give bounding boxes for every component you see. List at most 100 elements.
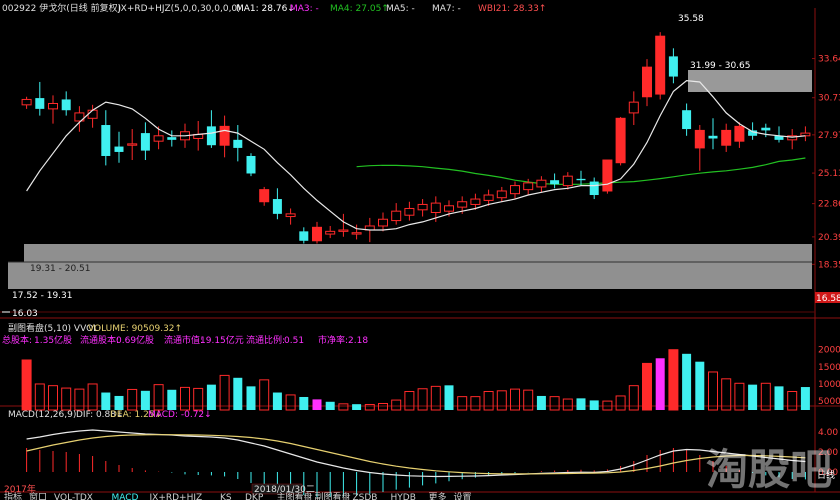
- ma7-value: MA7: -: [432, 4, 461, 14]
- candle-body: [87, 109, 98, 119]
- volume-bar: [233, 377, 243, 410]
- volume-bar: [325, 401, 335, 410]
- candle-body: [589, 181, 599, 196]
- volume-tick-label: 15000: [818, 363, 840, 373]
- price-tick-label: 18.35: [818, 260, 840, 270]
- candle-body: [272, 199, 282, 214]
- volume-bar: [668, 349, 679, 411]
- float-shares-value: 0.69亿股: [116, 334, 154, 346]
- candle-body: [246, 155, 256, 174]
- candle-body: [21, 98, 32, 106]
- candle-body: [470, 198, 481, 205]
- volume-bar: [800, 387, 810, 410]
- ma4-value: MA4: 27.05↑: [330, 4, 389, 14]
- macd-hist-value: MACD: -0.72↓: [148, 410, 212, 420]
- zone-box-upper: [688, 70, 812, 92]
- stock-chart[interactable]: 31.99 - 30.65 19.31 - 20.51 17.52 - 19.3…: [0, 0, 840, 500]
- candle-body: [628, 101, 639, 114]
- candle-body: [694, 129, 705, 149]
- pb-ratio-label: 市净率:: [318, 334, 348, 346]
- tab-item[interactable]: VOL-TDX: [54, 493, 93, 500]
- candle-body: [642, 66, 652, 98]
- candle: [246, 153, 256, 177]
- tab-item[interactable]: MACD: [112, 493, 139, 500]
- tab-item[interactable]: 指标: [4, 491, 22, 500]
- tab-item[interactable]: 副图看盘: [315, 491, 351, 500]
- stock-title: 002922 伊戈尔(日线 前复权): [2, 2, 121, 14]
- volume-tick-label: 5000: [818, 397, 840, 407]
- price-tick-label: 30.73: [818, 94, 840, 104]
- zone-box-lower: [8, 262, 812, 289]
- candle-body: [523, 182, 534, 191]
- candle-body: [312, 226, 322, 242]
- tab-item[interactable]: 设置: [454, 492, 472, 500]
- macd-title: MACD(12,26,9): [8, 410, 76, 420]
- candle-body: [417, 203, 428, 211]
- volume-bar: [299, 396, 309, 410]
- volume-bar: [101, 392, 111, 410]
- ma5-value: MA5: -: [386, 4, 415, 14]
- tab-item[interactable]: 更多: [429, 491, 447, 500]
- volume-bar: [21, 359, 32, 411]
- candle-body: [219, 125, 230, 146]
- volume-tick-label: 20000: [818, 346, 840, 356]
- low-price-label: 16.03: [12, 309, 38, 319]
- volume-bar: [682, 353, 692, 410]
- tab-item[interactable]: ZSDB: [353, 493, 378, 500]
- wbi-value: WBI21: 28.33↑: [478, 4, 546, 14]
- volume-bar: [312, 399, 322, 410]
- candle-body: [404, 207, 415, 216]
- volume-bar: [642, 362, 652, 411]
- candle-body: [114, 146, 124, 152]
- tab-item[interactable]: DKP: [245, 493, 264, 500]
- tab-item[interactable]: 窗口: [29, 491, 47, 500]
- pb-ratio-value: 2.18: [348, 336, 368, 346]
- indicator-name: JX+RD+HJZ(5,0,0,30,0,0,0): [117, 4, 241, 14]
- float-ratio-value: 0.51: [284, 336, 304, 346]
- float-mcap-label: 流通市值:: [164, 334, 203, 346]
- tab-item[interactable]: 主图看盘: [277, 491, 313, 500]
- ma3-value: MA3: -: [290, 4, 319, 14]
- volume-bar: [352, 404, 362, 410]
- candle-body: [61, 99, 71, 111]
- tab-item[interactable]: KS: [220, 493, 232, 500]
- candle-body: [48, 102, 58, 110]
- candle-body: [285, 213, 296, 218]
- price-tick-label: 22.86: [818, 200, 840, 210]
- candle-body: [562, 175, 573, 187]
- ma1-value: MA1: 28.76↓: [236, 4, 295, 14]
- zone-label-lower: 17.52 - 19.31: [12, 291, 73, 301]
- candle-body: [338, 229, 349, 232]
- candle-body: [734, 125, 745, 142]
- candle: [655, 32, 666, 100]
- candle-body: [430, 202, 441, 214]
- candle-body: [259, 189, 270, 203]
- tab-item[interactable]: JX+RD+HJZ: [149, 493, 203, 500]
- price-tick-label: 33.64: [818, 55, 840, 65]
- float-ratio-label: 流通比例:: [246, 334, 285, 346]
- volume-bar: [140, 390, 150, 410]
- macd-tick-label: 4.00: [818, 428, 838, 438]
- volume-bar: [246, 386, 256, 410]
- candle-body: [536, 179, 547, 188]
- volume-bar: [576, 398, 586, 410]
- candle-body: [602, 159, 613, 192]
- candle-body: [708, 135, 718, 139]
- candle-body: [444, 205, 454, 212]
- candle-body: [299, 231, 309, 241]
- candle-body: [101, 125, 111, 156]
- candle-body: [668, 56, 678, 77]
- candle-body: [483, 194, 494, 201]
- candle-body: [206, 126, 216, 146]
- candle-body: [233, 139, 243, 148]
- candle-body: [800, 132, 811, 137]
- volume-bar: [272, 392, 282, 410]
- candle-body: [721, 129, 732, 146]
- volume-value: VOLUME: 90509.32↑: [88, 324, 182, 334]
- volume-bar: [444, 385, 454, 410]
- tab-item[interactable]: HYDB: [391, 493, 416, 500]
- volume-tick-label: 10000: [818, 380, 840, 390]
- candle-body: [140, 133, 150, 151]
- candle-body: [378, 218, 388, 227]
- zone-label-middle: 19.31 - 20.51: [30, 264, 91, 274]
